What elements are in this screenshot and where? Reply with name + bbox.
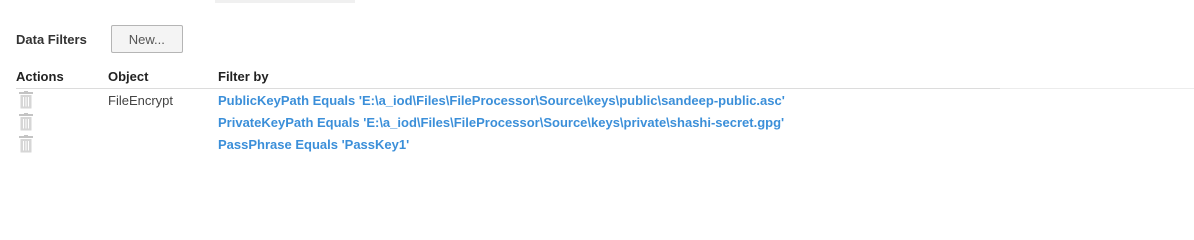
new-filter-button[interactable]: New... <box>110 25 183 53</box>
filter-link[interactable]: PassPhrase Equals 'PassKey1' <box>218 137 409 152</box>
column-header-filter-by: Filter by <box>218 69 269 84</box>
trash-icon[interactable] <box>18 134 34 153</box>
page: Data Filters New... Actions Object Filte… <box>0 0 1194 233</box>
object-cell: FileEncrypt <box>108 92 174 108</box>
table-row: PrivateKeyPath Equals 'E:\a_iod\Files\Fi… <box>16 111 1000 133</box>
filter-link[interactable]: PublicKeyPath Equals 'E:\a_iod\Files\Fil… <box>218 93 785 108</box>
trash-icon[interactable] <box>18 90 34 109</box>
column-header-actions: Actions <box>16 69 64 84</box>
trash-icon[interactable] <box>18 112 34 131</box>
data-filters-table: Actions Object Filter by FileEncrypt Pub… <box>16 64 1194 155</box>
top-strip <box>215 0 355 3</box>
column-header-object: Object <box>108 69 149 84</box>
data-filters-header: Data Filters New... <box>16 25 183 53</box>
data-filters-title: Data Filters <box>16 31 87 47</box>
table-header-row: Actions Object Filter by <box>16 64 1194 89</box>
table-row: FileEncrypt PublicKeyPath Equals 'E:\a_i… <box>16 89 1000 111</box>
filter-link[interactable]: PrivateKeyPath Equals 'E:\a_iod\Files\Fi… <box>218 115 784 130</box>
table-row: PassPhrase Equals 'PassKey1' <box>16 133 1000 155</box>
